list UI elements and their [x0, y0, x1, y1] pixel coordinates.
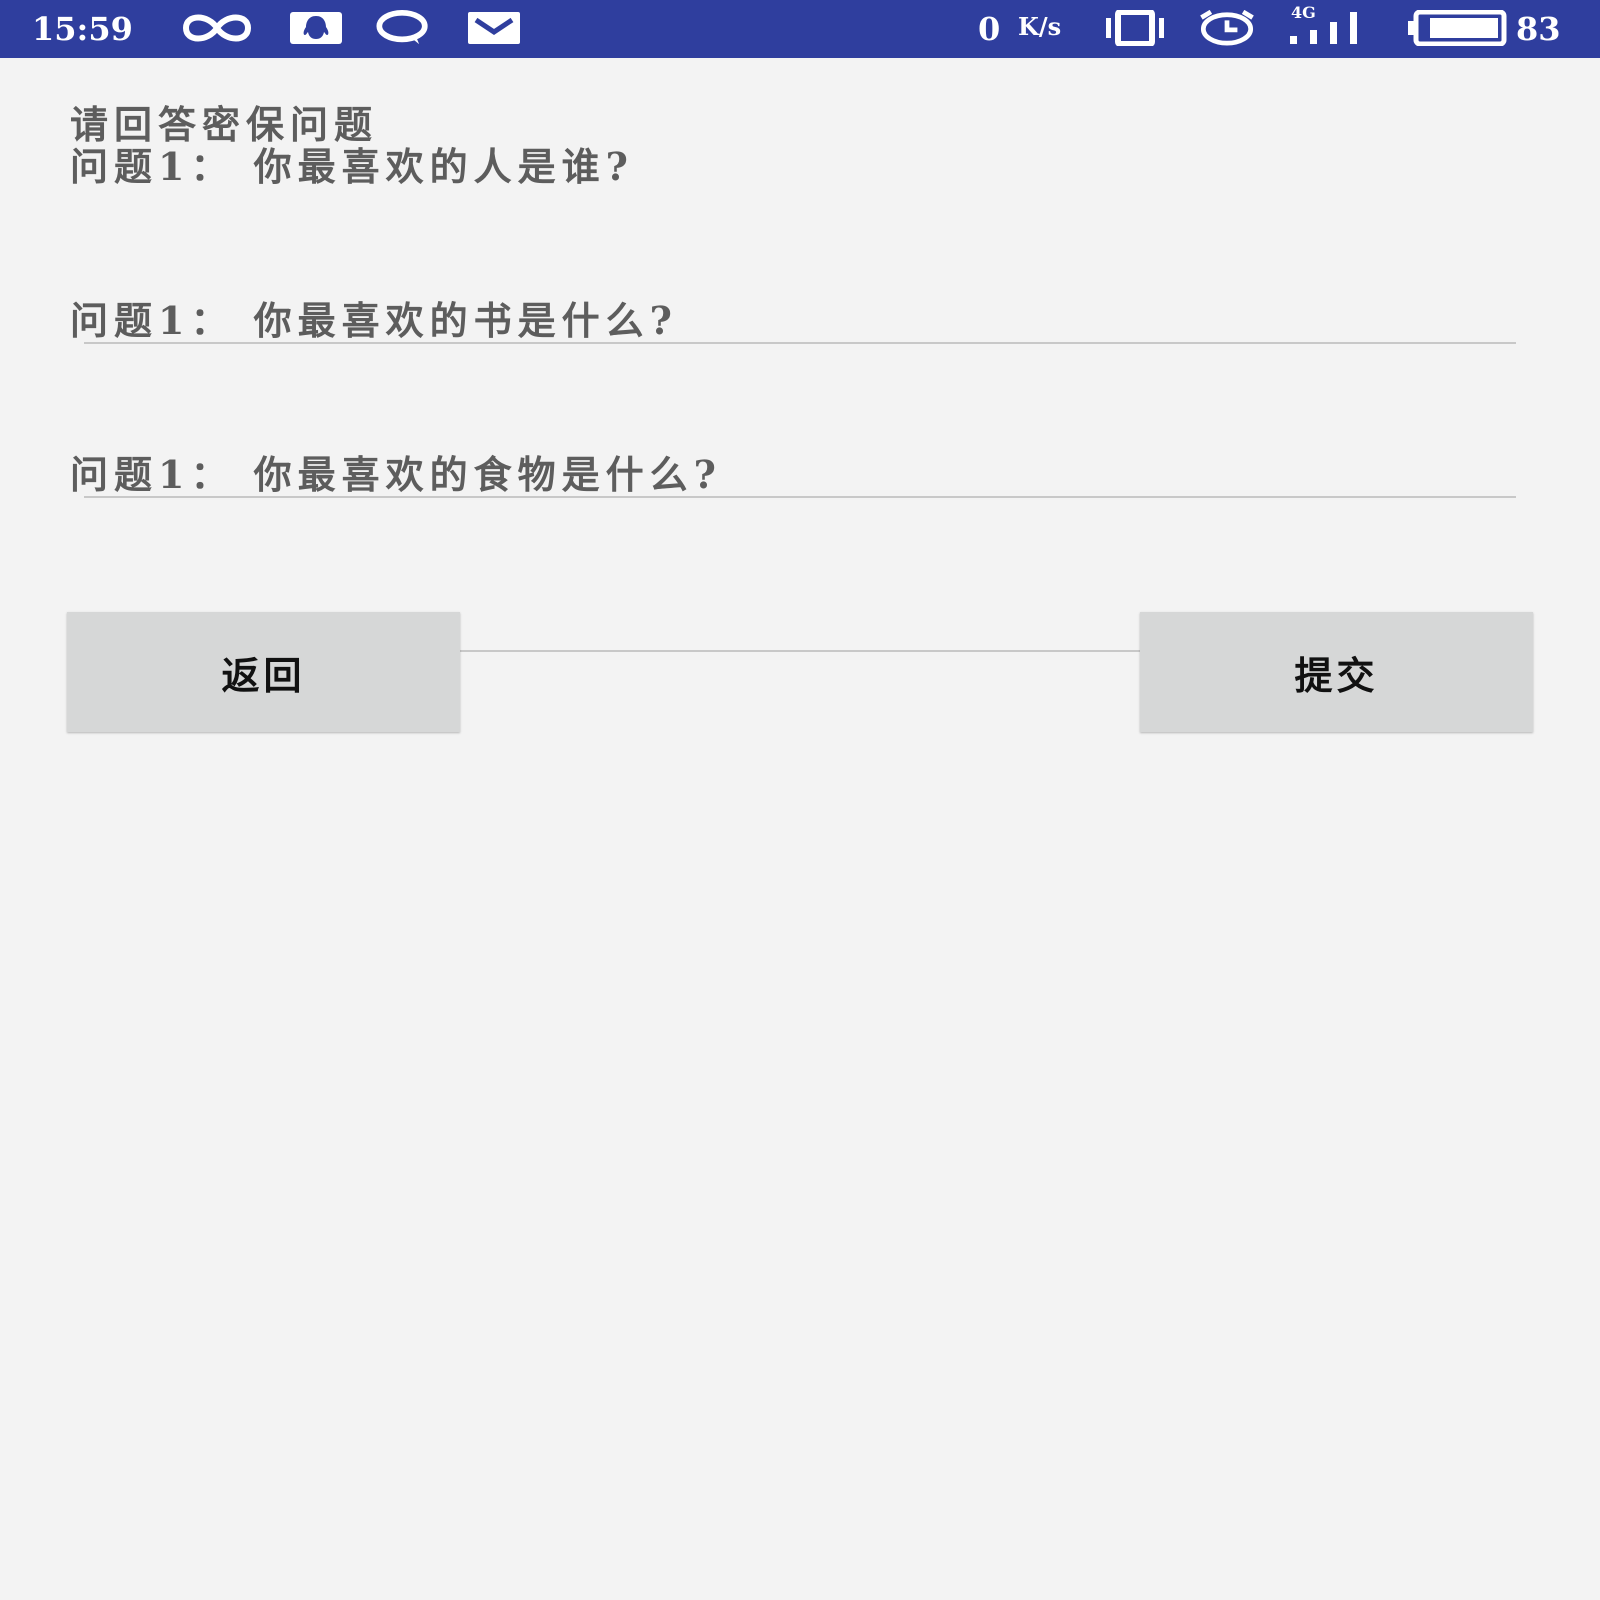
question-1-label: 问题1： 你最喜欢的人是谁? [70, 144, 634, 189]
net-speed-unit: K/s [1018, 12, 1062, 41]
alarm-icon [1200, 10, 1254, 46]
status-time: 15:59 [32, 10, 133, 48]
signal-icon [1290, 12, 1357, 44]
infinity-icon [182, 14, 252, 42]
mail-icon [468, 12, 520, 44]
back-button[interactable]: 返回 [67, 612, 460, 732]
question-3-label: 问题1： 你最喜欢的食物是什么? [70, 452, 722, 497]
qq-icon [290, 12, 342, 44]
vibrate-icon [1106, 10, 1164, 46]
net-speed-value: 0 [978, 10, 1001, 48]
status-bar: 15:59 0 K/s 4G 83 [0, 0, 1600, 58]
security-question-form: 请回答密保问题 问题1： 你最喜欢的人是谁? 问题1： 你最喜欢的书是什么? 问… [0, 58, 1600, 1600]
battery-level: 83 [1516, 10, 1561, 48]
chat-bubble-icon [376, 10, 428, 45]
page-title: 请回答密保问题 [70, 102, 379, 147]
battery-icon [1408, 10, 1507, 46]
question-2-label: 问题1： 你最喜欢的书是什么? [70, 298, 678, 343]
submit-button[interactable]: 提交 [1140, 612, 1533, 732]
